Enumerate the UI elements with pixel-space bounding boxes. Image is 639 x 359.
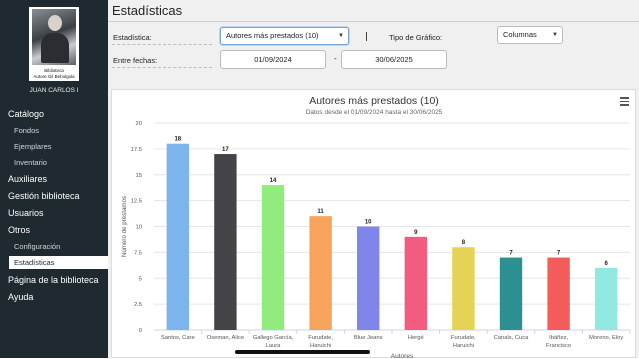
bar-5: [357, 226, 380, 330]
bar-3: [261, 185, 285, 330]
field-separator: [366, 32, 367, 41]
menu-auxiliares[interactable]: Auxiliares: [8, 174, 47, 184]
y-tick-label: 2.5: [134, 302, 142, 308]
logo-line-1: Biblioteca: [44, 68, 64, 73]
bar-7: [452, 247, 475, 330]
bar-6: [404, 236, 427, 330]
tipo-grafico-label: Tipo de Gráfico:: [389, 33, 443, 42]
user-name: JUAN CARLOS I: [29, 87, 79, 94]
bar-2: [214, 154, 237, 330]
tipo-grafico-select[interactable]: Columnas ▼: [497, 26, 563, 44]
x-tick-label: Ibáñez,: [549, 335, 568, 341]
tipo-grafico-value: Columnas: [503, 30, 537, 39]
data-label: 7: [557, 251, 561, 257]
fecha-separator: -: [334, 54, 337, 63]
fechas-underline: [112, 67, 212, 68]
x-tick-label: Francisco: [546, 343, 571, 349]
bar-9: [547, 257, 570, 330]
chevron-down-icon: ▼: [338, 33, 344, 39]
data-label: 17: [222, 147, 229, 153]
sidebar: Biblioteca Autore Gil Beholgula JUAN CAR…: [0, 0, 108, 358]
data-label: 9: [414, 230, 418, 236]
logo-line-2: Autore Gil Beholgula: [33, 74, 75, 79]
menu-fondos[interactable]: Fondos: [14, 126, 39, 135]
chart-title: Autores más prestados (10): [309, 95, 439, 107]
y-tick-label: 5: [139, 276, 142, 282]
y-tick-label: 7.5: [134, 250, 142, 256]
home-indicator: [235, 350, 370, 354]
menu-pagina-biblioteca[interactable]: Página de la biblioteca: [8, 275, 99, 285]
data-label: 14: [270, 178, 277, 184]
x-tick-label: Oseman, Alice: [207, 335, 244, 341]
fechas-label: Entre fechas:: [113, 56, 158, 65]
bar-chart: Autores más prestados (10) Datos desde el…: [121, 95, 631, 359]
data-label: 18: [174, 137, 181, 143]
x-tick-label: Haruichi: [453, 343, 474, 349]
fecha-desde-input[interactable]: 01/09/2024: [220, 50, 326, 69]
menu-ayuda[interactable]: Ayuda: [8, 292, 33, 302]
page-title: Estadísticas: [112, 3, 183, 18]
x-tick-label: Haruichi: [310, 343, 331, 349]
menu-otros[interactable]: Otros: [8, 225, 30, 235]
title-divider: [108, 21, 639, 22]
menu-gestion-biblioteca[interactable]: Gestión biblioteca: [8, 191, 80, 201]
bar-8: [499, 257, 523, 330]
menu-inventario[interactable]: Inventario: [14, 158, 47, 167]
y-axis-label: Número de préstamos: [121, 196, 128, 257]
x-tick-label: Moreno, Eloy: [589, 335, 623, 341]
fecha-hasta-input[interactable]: 30/06/2025: [341, 50, 447, 69]
x-tick-label: Furudate,: [308, 335, 333, 341]
x-tick-label: Furudate,: [451, 335, 476, 341]
x-tick-label: Gallego García,: [253, 335, 294, 341]
y-tick-label: 0: [139, 328, 142, 334]
menu-estadisticas[interactable]: Estadísticas: [9, 256, 108, 269]
main-panel: Estadísticas Estadística: Autores más pr…: [108, 0, 639, 359]
menu-usuarios[interactable]: Usuarios: [8, 208, 44, 218]
bar-4: [309, 216, 332, 330]
menu-catalogo[interactable]: Catálogo: [8, 109, 44, 119]
data-label: 10: [365, 220, 372, 226]
bar-10: [595, 267, 618, 330]
estadistica-label: Estadística:: [113, 33, 152, 42]
data-label: 11: [317, 209, 324, 215]
estadistica-underline: [112, 44, 212, 45]
bar-1: [166, 143, 189, 330]
data-label: 6: [605, 261, 609, 267]
menu-ejemplares[interactable]: Ejemplares: [14, 142, 52, 151]
logo-portrait: [32, 9, 76, 65]
data-label: 7: [509, 251, 513, 257]
y-tick-label: 10: [136, 225, 142, 231]
y-tick-label: 17.5: [131, 147, 142, 153]
x-axis-label: Autores: [391, 353, 414, 359]
x-tick-label: Santos, Care: [161, 335, 195, 341]
data-label: 8: [462, 240, 466, 246]
library-logo[interactable]: Biblioteca Autore Gil Beholgula: [29, 7, 79, 81]
x-tick-label: Laura: [266, 343, 282, 349]
y-tick-label: 15: [136, 173, 142, 179]
chevron-down-icon: ▼: [552, 32, 558, 38]
chart-subtitle: Datos desde el 01/09/2024 hasta el 30/06…: [306, 109, 443, 116]
x-tick-label: Blue Jeans: [354, 335, 383, 341]
y-tick-label: 12.5: [131, 199, 142, 205]
estadistica-select[interactable]: Autores más prestados (10) ▼: [220, 27, 349, 45]
y-tick-label: 20: [136, 121, 142, 127]
estadistica-value: Autores más prestados (10): [226, 31, 319, 40]
chart-container: Autores más prestados (10) Datos desde el…: [111, 89, 636, 359]
x-tick-label: Canals, Cuca: [494, 335, 530, 341]
x-tick-label: Hergé: [408, 335, 424, 341]
menu-configuracion[interactable]: Configuración: [14, 242, 60, 251]
